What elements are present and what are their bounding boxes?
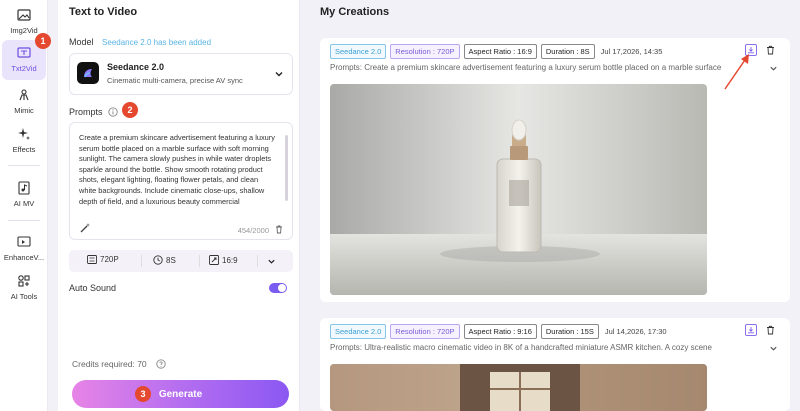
generate-label: Generate [158, 388, 203, 400]
step-badge-3: 3 [135, 386, 151, 402]
magic-wand-icon[interactable] [79, 222, 91, 234]
delete-button[interactable] [764, 44, 776, 56]
option-divider [141, 255, 142, 267]
sidebar-item-label: Txt2Vid [11, 64, 37, 73]
auto-sound-label: Auto Sound [69, 283, 117, 293]
trash-icon [766, 45, 774, 55]
music-video-icon [16, 180, 32, 196]
sidebar-item-label: AI MV [13, 199, 35, 208]
trash-icon [766, 325, 774, 335]
delete-button[interactable] [764, 324, 776, 336]
resolution-icon [87, 255, 97, 264]
annotation-arrow-icon [724, 54, 749, 90]
text-video-icon [16, 45, 32, 61]
generate-button[interactable]: Generate [72, 380, 289, 408]
creation-date: Jul 17,2026, 14:35 [600, 47, 663, 56]
duration-option[interactable]: 8S [153, 255, 176, 265]
sidebar: Img2Vid Txt2Vid Mimic Effects AI MV Enha… [0, 0, 48, 411]
char-count: 454/2000 [237, 226, 269, 235]
chevron-down-icon [275, 72, 283, 77]
model-name: Seedance 2.0 [107, 62, 165, 72]
auto-sound-toggle[interactable] [269, 283, 287, 293]
creation-card: Seedance 2.0 Resolution : 720P Aspect Ra… [320, 38, 790, 302]
model-tag: Seedance 2.0 [330, 324, 387, 339]
sidebar-item-ai-mv[interactable]: AI MV [2, 175, 46, 215]
mimic-icon [16, 87, 32, 103]
creations-title: My Creations [320, 6, 390, 18]
serum-bottle-image [330, 84, 707, 295]
prompts-label: Prompts [69, 107, 103, 117]
creation-date: Jul 14,2026, 17:30 [604, 327, 667, 336]
chevron-down-icon[interactable] [267, 257, 276, 266]
sidebar-item-label: Effects [12, 145, 36, 154]
model-label: Model [69, 37, 94, 47]
text-to-video-panel: Text to Video Model Seedance 2.0 has bee… [58, 0, 300, 411]
sidebar-item-label: AI Tools [10, 292, 38, 301]
tools-grid-icon [16, 273, 32, 289]
step-badge-1: 1 [35, 33, 51, 49]
toggle-knob [278, 284, 286, 292]
step-badge-2: 2 [122, 102, 138, 118]
seedance-logo-icon [77, 62, 99, 84]
aspect-ratio-tag: Aspect Ratio : 9:16 [463, 324, 537, 339]
video-options-bar: 720P 8S 16:9 [69, 250, 293, 272]
video-thumbnail[interactable] [330, 364, 707, 411]
prompt-textarea[interactable]: Create a premium skincare advertisement … [69, 122, 293, 240]
creation-tags: Seedance 2.0 Resolution : 720P Aspect Ra… [330, 324, 667, 339]
model-tag: Seedance 2.0 [330, 44, 387, 59]
sidebar-item-label: Img2Vid [10, 26, 38, 35]
sidebar-item-mimic[interactable]: Mimic [2, 82, 46, 122]
model-row: Model Seedance 2.0 has been added [69, 37, 211, 47]
option-divider [257, 255, 258, 267]
aspect-ratio-value: 16:9 [222, 255, 238, 265]
resolution-value: 720P [100, 255, 119, 264]
model-added-notice: Seedance 2.0 has been added [102, 38, 212, 47]
model-selector[interactable]: Seedance 2.0 Cinematic multi-camera, pre… [69, 53, 293, 95]
sidebar-item-enhance[interactable]: EnhanceV... [2, 229, 46, 269]
chevron-down-icon[interactable] [769, 344, 778, 353]
info-icon[interactable] [108, 107, 118, 117]
download-button[interactable] [745, 324, 757, 336]
chevron-down-icon[interactable] [769, 64, 778, 73]
prompt-scrollbar[interactable] [285, 135, 288, 201]
sidebar-item-effects[interactable]: Effects [2, 121, 46, 161]
duration-tag: Duration : 8S [540, 44, 595, 59]
option-divider [199, 255, 200, 267]
sparkle-icon [16, 126, 32, 142]
creation-tags: Seedance 2.0 Resolution : 720P Aspect Ra… [330, 44, 662, 59]
sidebar-divider [8, 165, 40, 166]
resolution-tag: Resolution : 720P [390, 44, 460, 59]
aspect-ratio-tag: Aspect Ratio : 16:9 [463, 44, 537, 59]
aspect-ratio-option[interactable]: 16:9 [209, 255, 238, 265]
duration-tag: Duration : 15S [540, 324, 599, 339]
help-icon[interactable] [156, 359, 166, 369]
video-thumbnail[interactable] [330, 84, 707, 295]
trash-icon[interactable] [274, 224, 284, 234]
download-icon [748, 327, 754, 334]
clock-icon [153, 255, 163, 265]
enhance-icon [16, 234, 32, 250]
prompt-text: Create a premium skincare advertisement … [79, 133, 275, 206]
credits-required: Credits required: 70 [72, 359, 147, 369]
creation-card: Seedance 2.0 Resolution : 720P Aspect Ra… [320, 318, 790, 411]
creation-prompt: Prompts: Create a premium skincare adver… [330, 63, 722, 72]
sidebar-divider [8, 220, 40, 221]
image-icon [16, 7, 32, 23]
aspect-ratio-icon [209, 255, 219, 265]
sidebar-item-label: Mimic [14, 106, 34, 115]
duration-value: 8S [166, 255, 176, 265]
kitchen-scene-image [330, 364, 707, 411]
model-description: Cinematic multi-camera, precise AV sync [107, 76, 243, 85]
sidebar-item-ai-tools[interactable]: AI Tools [2, 268, 46, 308]
sidebar-item-label: EnhanceV... [3, 253, 45, 262]
resolution-option[interactable]: 720P [87, 255, 119, 264]
creation-prompt: Prompts: Ultra-realistic macro cinematic… [330, 343, 712, 352]
panel-title: Text to Video [69, 6, 138, 18]
resolution-tag: Resolution : 720P [390, 324, 460, 339]
